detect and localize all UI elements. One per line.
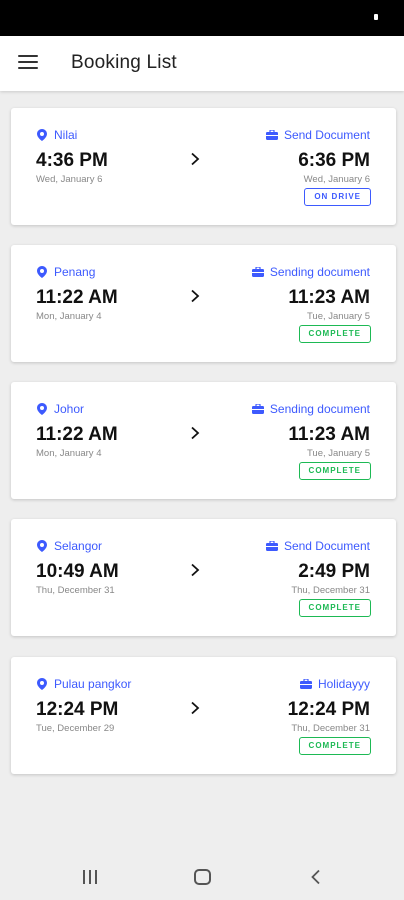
booking-card[interactable]: Pulau pangkor Holidayyy 12:24 PM Tue, De… xyxy=(11,657,396,774)
end-date: Tue, January 5 xyxy=(306,311,370,322)
briefcase-icon xyxy=(265,130,278,140)
start-time: 12:24 PM xyxy=(36,699,119,720)
back-icon[interactable] xyxy=(309,869,323,885)
status-badge: COMPLETE xyxy=(298,737,371,755)
page-title: Booking List xyxy=(71,52,177,73)
end-date: Thu, December 31 xyxy=(291,723,370,734)
briefcase-icon xyxy=(299,679,312,689)
start-date: Tue, December 29 xyxy=(36,723,115,734)
location-pin-icon xyxy=(37,678,47,690)
end-time: 11:23 AM xyxy=(288,424,370,445)
status-badge: COMPLETE xyxy=(298,325,371,343)
location-label: Johor xyxy=(54,402,85,416)
service-label: Holidayyy xyxy=(317,677,370,691)
start-time: 11:22 AM xyxy=(36,424,118,445)
location-pin-icon xyxy=(37,129,47,141)
start-time: 11:22 AM xyxy=(36,287,118,308)
location-pin-icon xyxy=(37,266,47,278)
service-label: Send Document xyxy=(283,539,370,553)
chevron-right-icon xyxy=(191,563,200,577)
booking-service: Send Document xyxy=(265,128,370,142)
briefcase-icon xyxy=(251,267,264,277)
start-time: 4:36 PM xyxy=(36,150,108,171)
booking-from-location: Selangor xyxy=(37,539,102,553)
location-label: Nilai xyxy=(54,128,78,142)
booking-service: Holidayyy xyxy=(299,677,370,691)
chevron-right-icon xyxy=(191,152,200,166)
location-label: Pulau pangkor xyxy=(54,677,132,691)
booking-service: Sending document xyxy=(251,402,370,416)
hamburger-menu-icon[interactable] xyxy=(18,55,38,71)
booking-card[interactable]: Penang Sending document 11:22 AM Mon, Ja… xyxy=(11,245,396,362)
start-date: Mon, January 4 xyxy=(36,448,102,459)
booking-from-location: Pulau pangkor xyxy=(37,677,131,691)
booking-card[interactable]: Selangor Send Document 10:49 AM Thu, Dec… xyxy=(11,519,396,636)
status-badge: COMPLETE xyxy=(298,462,371,480)
service-label: Send Document xyxy=(283,128,370,142)
end-time: 2:49 PM xyxy=(298,561,370,582)
location-pin-icon xyxy=(37,403,47,415)
start-date: Mon, January 4 xyxy=(36,311,102,322)
booking-from-location: Penang xyxy=(37,265,95,279)
signal-icon xyxy=(374,14,378,20)
status-bar xyxy=(0,0,404,36)
recent-apps-icon[interactable] xyxy=(82,870,98,884)
booking-card[interactable]: Johor Sending document 11:22 AM Mon, Jan… xyxy=(11,382,396,499)
chevron-right-icon xyxy=(191,701,200,715)
location-label: Selangor xyxy=(54,539,103,553)
status-badge: ON DRIVE xyxy=(304,188,371,206)
end-date: Thu, December 31 xyxy=(291,585,370,596)
location-pin-icon xyxy=(37,540,47,552)
end-time: 11:23 AM xyxy=(288,287,370,308)
status-badge: COMPLETE xyxy=(298,599,371,617)
start-time: 10:49 AM xyxy=(36,561,119,582)
chevron-right-icon xyxy=(191,289,200,303)
service-label: Sending document xyxy=(269,265,370,279)
chevron-right-icon xyxy=(191,426,200,440)
briefcase-icon xyxy=(265,541,278,551)
booking-card[interactable]: Nilai Send Document 4:36 PM Wed, January… xyxy=(11,108,396,225)
end-time: 12:24 PM xyxy=(287,699,370,720)
briefcase-icon xyxy=(251,404,264,414)
app-bar: Booking List xyxy=(0,36,404,91)
service-label: Sending document xyxy=(269,402,370,416)
system-navigation-bar xyxy=(0,853,404,900)
booking-from-location: Nilai xyxy=(37,128,77,142)
booking-service: Sending document xyxy=(251,265,370,279)
booking-from-location: Johor xyxy=(37,402,84,416)
end-time: 6:36 PM xyxy=(298,150,370,171)
end-date: Tue, January 5 xyxy=(306,448,370,459)
start-date: Thu, December 31 xyxy=(36,585,115,596)
home-icon[interactable] xyxy=(194,869,211,885)
location-label: Penang xyxy=(54,265,96,279)
booking-service: Send Document xyxy=(265,539,370,553)
end-date: Wed, January 6 xyxy=(303,174,370,185)
start-date: Wed, January 6 xyxy=(36,174,103,185)
